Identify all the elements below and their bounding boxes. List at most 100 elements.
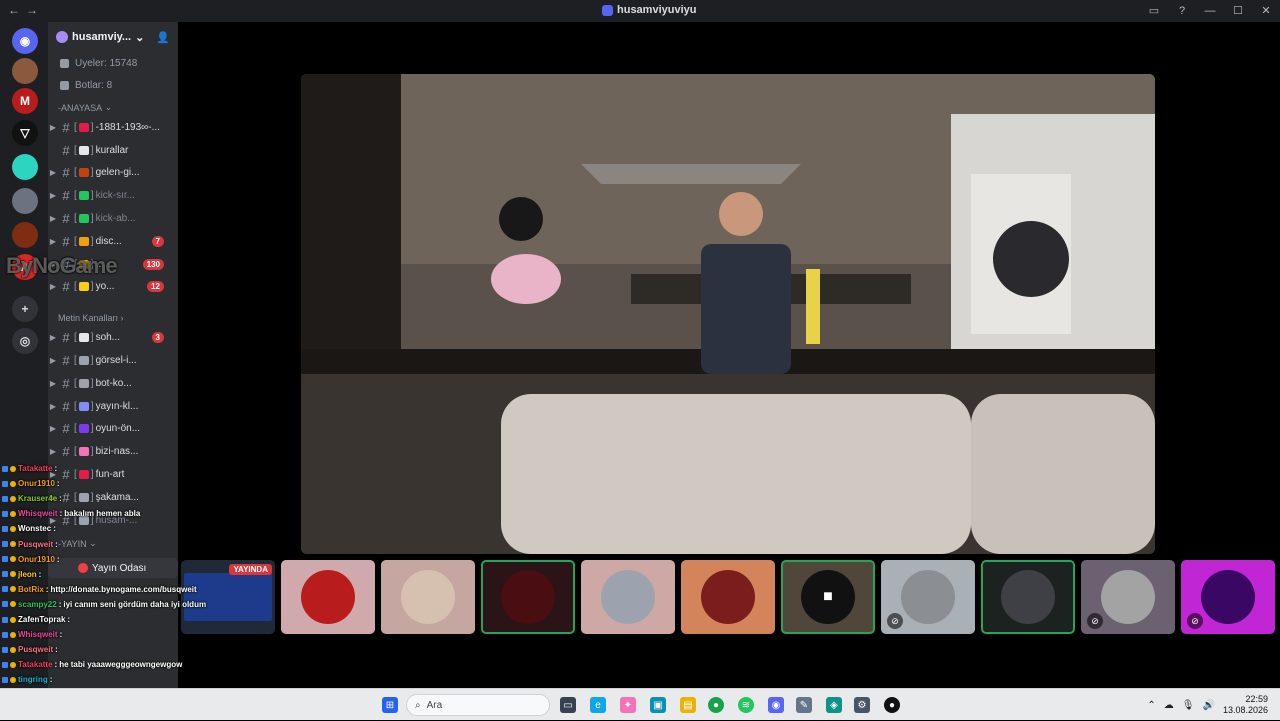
- chevron-up-icon[interactable]: ⌃: [1147, 700, 1155, 711]
- channel-item[interactable]: ▶ # [] görsel-i...: [48, 349, 178, 372]
- close-button[interactable]: ✕: [1252, 0, 1280, 22]
- microphone-icon[interactable]: 🎙: [1182, 700, 1195, 711]
- channel-item[interactable]: ▶ # [] şakama...: [48, 486, 178, 509]
- channel-item[interactable]: ▶ # [] husam-...: [48, 509, 178, 532]
- participant-6-tile[interactable]: ■: [781, 560, 875, 634]
- server-icon-server-2[interactable]: M: [12, 88, 38, 114]
- channel-item[interactable]: ▶ # [] bizi-nas...: [48, 440, 178, 463]
- participant-10-tile[interactable]: ⊘: [1181, 560, 1275, 634]
- chevron-right-icon: ▶: [49, 492, 57, 502]
- chrome-icon[interactable]: ●: [708, 697, 724, 713]
- store-icon[interactable]: ▣: [650, 697, 666, 713]
- discover-icon[interactable]: ◎: [12, 328, 38, 354]
- channel-item[interactable]: ▶ # []... 130: [48, 253, 178, 276]
- channel-name: ...: [95, 258, 104, 270]
- channel-item[interactable]: ▶ # [] gelen-gi...: [48, 162, 178, 185]
- participant-5-tile[interactable]: [681, 560, 775, 634]
- category-anayasa[interactable]: -ANAYASA ⌄: [48, 96, 178, 116]
- search-placeholder: Ara: [426, 699, 443, 711]
- stream-thumbnail: [184, 573, 272, 621]
- chevron-right-icon: ▶: [49, 378, 57, 388]
- taskbar-search[interactable]: ⌕ Ara: [406, 694, 550, 716]
- file-explorer-icon[interactable]: ▤: [680, 697, 696, 713]
- participant-2-tile[interactable]: [381, 560, 475, 634]
- channel-item[interactable]: ▶ # [] kick-sır...: [48, 184, 178, 207]
- channel-item[interactable]: ▶ # [] disc... 7: [48, 230, 178, 253]
- server-icon-server-7[interactable]: A: [12, 254, 38, 280]
- help-icon[interactable]: ?: [1168, 0, 1196, 22]
- task-view-icon[interactable]: ▭: [560, 697, 576, 713]
- app-icon[interactable]: ✎: [796, 697, 812, 713]
- stream-video[interactable]: [301, 74, 1155, 554]
- bracket-icon: ]: [90, 167, 94, 179]
- server-icon-server-3[interactable]: ▽: [12, 120, 38, 146]
- add-user-icon[interactable]: 👤: [156, 31, 170, 44]
- channel-name: -1881-193∞-...: [95, 121, 160, 133]
- bracket-icon: ]: [90, 469, 94, 481]
- minimize-button[interactable]: —: [1196, 0, 1224, 22]
- hash-icon: #: [62, 165, 70, 181]
- stream-preview-tile[interactable]: YAYINDA: [181, 560, 275, 634]
- channel-name: kurallar: [95, 144, 129, 156]
- chevron-right-icon: ▶: [49, 168, 57, 178]
- channel-item[interactable]: ▶ # [] bot-ko...: [48, 372, 178, 395]
- network-icon[interactable]: ☁: [1164, 700, 1174, 711]
- chevron-right-icon: ▶: [49, 236, 57, 246]
- channel-item[interactable]: ▶ # [] soh... 3: [48, 326, 178, 349]
- category-yayin[interactable]: -YAYIN ⌄: [48, 532, 178, 552]
- nav-arrows[interactable]: ←→: [8, 3, 44, 17]
- hash-icon: #: [62, 444, 70, 460]
- channel-item[interactable]: ▶ # [] oyun-ön...: [48, 418, 178, 441]
- muted-mic-icon: ⊘: [887, 613, 903, 629]
- unread-badge: 12: [147, 281, 164, 293]
- participant-3-tile[interactable]: [481, 560, 575, 634]
- channel-emoji-icon: [78, 145, 89, 155]
- server-header[interactable]: husamviy... ⌄ 👤: [48, 22, 178, 52]
- volume-icon[interactable]: 🔊: [1203, 700, 1215, 711]
- app-icon[interactable]: ●: [884, 697, 900, 713]
- participant-4-tile[interactable]: [581, 560, 675, 634]
- add-server-icon[interactable]: +: [12, 296, 38, 322]
- server-icon-discord-home[interactable]: ◉: [12, 28, 38, 54]
- copilot-icon[interactable]: ✦: [620, 697, 636, 713]
- channel-emoji-icon: [78, 515, 89, 525]
- settings-icon[interactable]: ⚙: [854, 697, 870, 713]
- participant-8-tile[interactable]: [981, 560, 1075, 634]
- hash-icon: #: [62, 330, 70, 346]
- maximize-button[interactable]: ☐: [1224, 0, 1252, 22]
- voice-channel-yayin-odasi[interactable]: Yayın Odası: [48, 558, 178, 578]
- clock[interactable]: 22:59 13.08.2026: [1223, 694, 1268, 716]
- chevron-down-icon[interactable]: ⌄: [135, 31, 144, 44]
- channel-name: bizi-nas...: [95, 446, 139, 458]
- hash-icon: #: [62, 467, 70, 483]
- server-icon-server-5[interactable]: [12, 188, 38, 214]
- bracket-icon: ]: [90, 446, 94, 458]
- app-icon[interactable]: ◈: [826, 697, 842, 713]
- channel-item[interactable]: ▶ # [] yayın-kl...: [48, 395, 178, 418]
- inbox-icon[interactable]: ▭: [1140, 0, 1168, 22]
- channel-emoji-icon: [78, 191, 89, 201]
- channel-item[interactable]: ▶ # [] kick-ab...: [48, 207, 178, 230]
- chevron-right-icon: ▶: [49, 122, 57, 132]
- participant-7-tile[interactable]: ⊘: [881, 560, 975, 634]
- server-icon-server-4[interactable]: [12, 154, 38, 180]
- server-icon-server-6[interactable]: [12, 222, 38, 248]
- discord-icon[interactable]: ◉: [768, 697, 784, 713]
- channel-item[interactable]: ▶ # [] fun-art: [48, 463, 178, 486]
- edge-icon[interactable]: e: [590, 697, 606, 713]
- channel-item[interactable]: # [] kurallar: [48, 139, 178, 162]
- bracket-icon: ]: [90, 190, 94, 202]
- server-icon-server-1[interactable]: [12, 58, 38, 84]
- channel-item[interactable]: ▶ # [] yo... 12: [48, 276, 178, 299]
- clock-time: 22:59: [1245, 694, 1268, 704]
- channel-item[interactable]: ▶ # [] -1881-193∞-...: [48, 116, 178, 139]
- participant-1-tile[interactable]: [281, 560, 375, 634]
- windows-start-icon[interactable]: ⊞: [382, 697, 398, 713]
- bracket-icon: [: [74, 423, 77, 435]
- category-metin[interactable]: Metin Kanalları ›: [48, 298, 178, 326]
- participant-9-tile[interactable]: ⊘: [1081, 560, 1175, 634]
- bracket-icon: [: [74, 491, 77, 503]
- chevron-right-icon: ▶: [49, 259, 57, 269]
- channel-sidebar: husamviy... ⌄ 👤 Uyeler: 15748 Botlar: 8 …: [48, 22, 178, 688]
- spotify-icon[interactable]: ≋: [738, 697, 754, 713]
